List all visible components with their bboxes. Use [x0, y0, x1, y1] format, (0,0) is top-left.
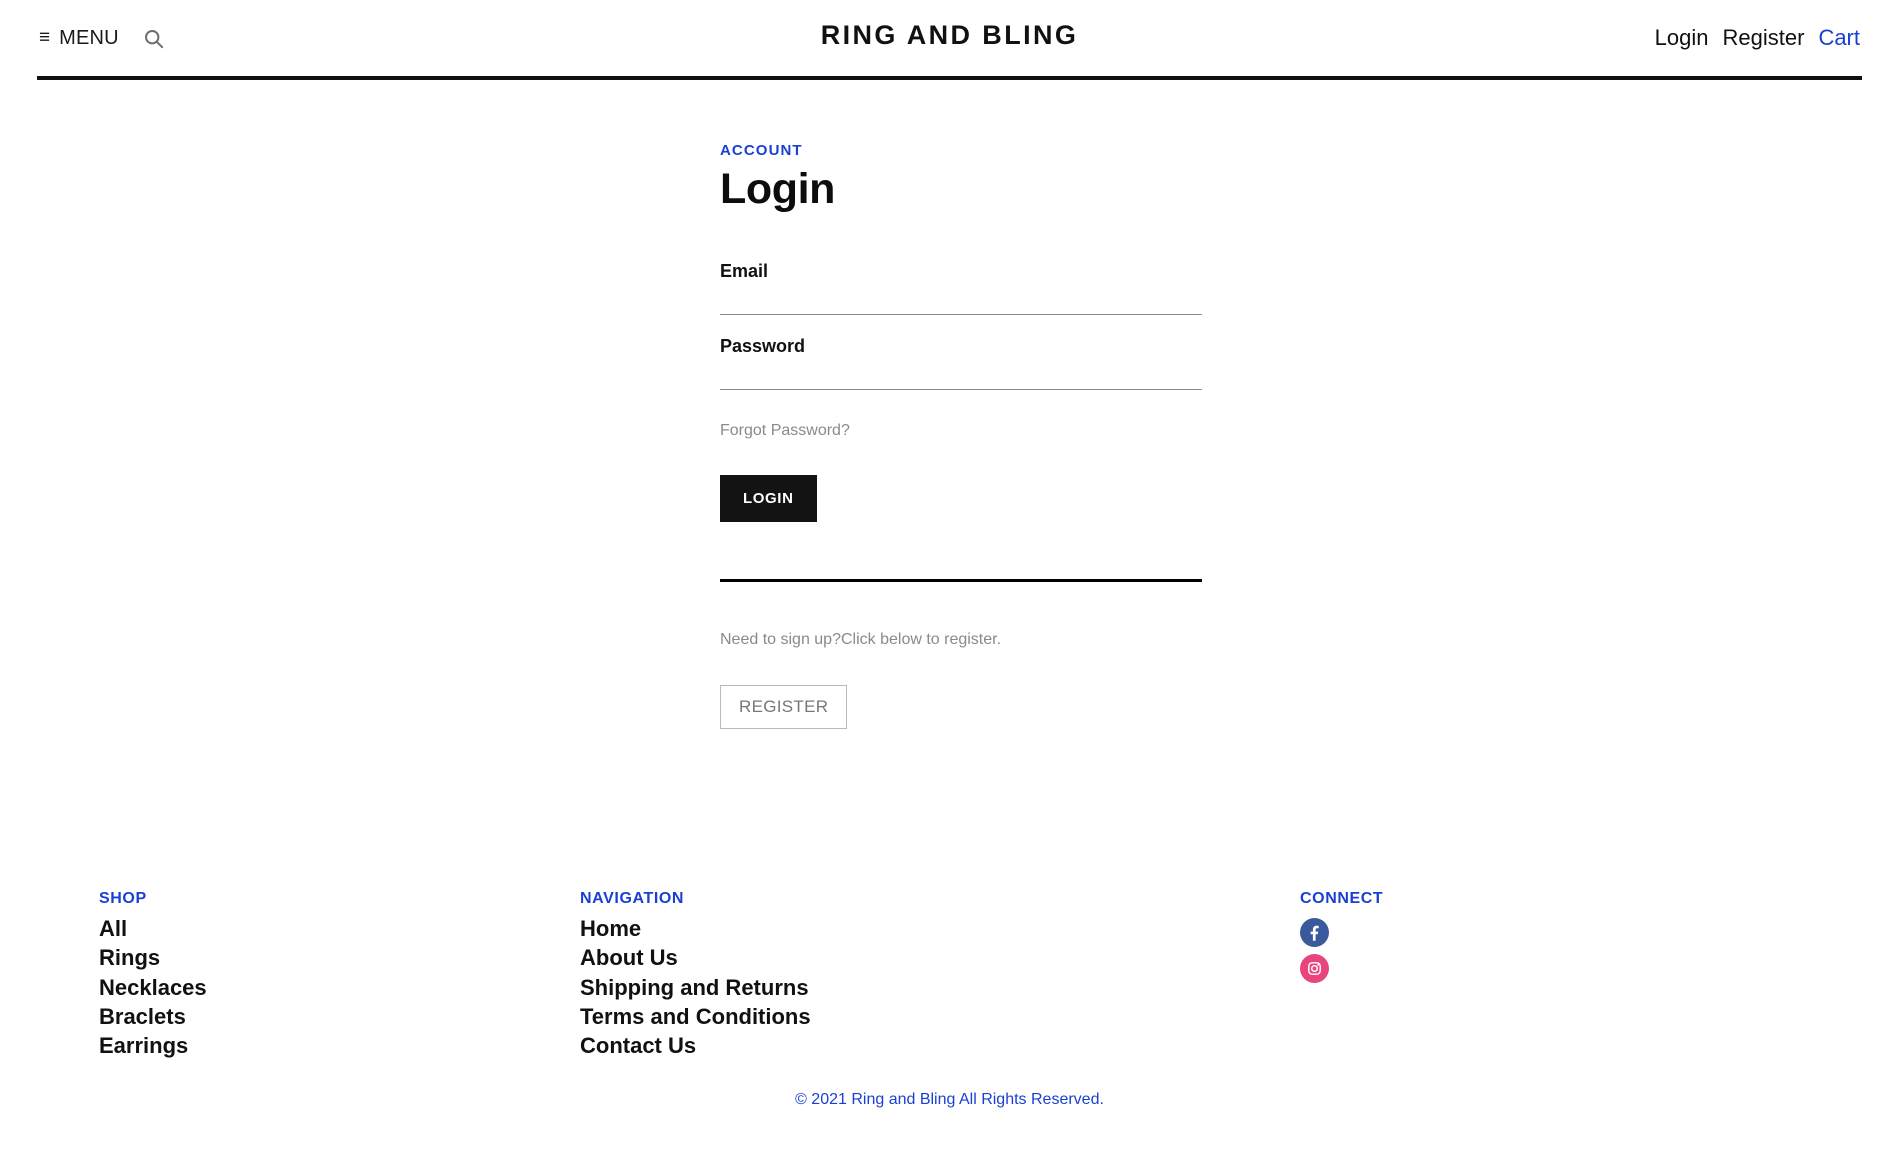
page-eyebrow: ACCOUNT: [720, 142, 803, 159]
hamburger-icon: ≡: [39, 26, 51, 48]
login-button[interactable]: LOGIN: [720, 474, 817, 522]
social-links: [1300, 918, 1700, 983]
section-divider: [720, 578, 1202, 582]
menu-toggle-button[interactable]: ≡ MENU: [39, 27, 119, 50]
footer-link-shipping-and-returns[interactable]: Shipping and Returns: [580, 973, 1300, 1002]
header-link-cart[interactable]: Cart: [1818, 25, 1860, 51]
forgot-password-link[interactable]: Forgot Password?: [720, 422, 850, 440]
footer-link-earrings[interactable]: Earrings: [99, 1031, 580, 1060]
login-panel: ACCOUNT Login Email Password Forgot Pass…: [720, 80, 1202, 729]
main-content: ACCOUNT Login Email Password Forgot Pass…: [0, 80, 1899, 729]
brand-title: RING AND BLING: [820, 20, 1079, 50]
footer-columns: SHOP All Rings Necklaces Braclets Earrin…: [37, 890, 1862, 1060]
search-icon[interactable]: [141, 26, 167, 52]
password-input[interactable]: [720, 364, 1202, 390]
header-nav: Login Register Cart: [1655, 25, 1862, 51]
footer-heading-shop: SHOP: [99, 890, 147, 907]
footer-link-about-us[interactable]: About Us: [580, 943, 1300, 972]
footer-link-home[interactable]: Home: [580, 914, 1300, 943]
footer-heading-connect: CONNECT: [1300, 890, 1384, 907]
footer-link-terms-and-conditions[interactable]: Terms and Conditions: [580, 1002, 1300, 1031]
header-left-group: ≡ MENU: [37, 25, 167, 51]
register-button[interactable]: REGISTER: [720, 684, 848, 729]
footer-link-contact-us[interactable]: Contact Us: [580, 1031, 1300, 1060]
footer-column-connect: CONNECT: [1300, 890, 1700, 983]
header-inner: ≡ MENU RING AND BLING Login Register Car…: [37, 0, 1862, 80]
facebook-icon[interactable]: [1300, 918, 1329, 947]
email-field-group: Email: [720, 261, 1202, 315]
password-field-group: Password: [720, 336, 1202, 390]
footer-link-necklaces[interactable]: Necklaces: [99, 973, 580, 1002]
signup-prompt: Need to sign up?Click below to register.: [720, 630, 1002, 648]
footer-link-rings[interactable]: Rings: [99, 943, 580, 972]
header-link-register[interactable]: Register: [1723, 25, 1805, 51]
copyright-text: © 2021 Ring and Bling All Rights Reserve…: [795, 1091, 1104, 1109]
footer-link-all[interactable]: All: [99, 914, 580, 943]
email-field-label: Email: [720, 260, 769, 281]
footer-column-navigation: NAVIGATION Home About Us Shipping and Re…: [580, 890, 1300, 1060]
login-form: Email Password Forgot Password? LOGIN: [720, 261, 1202, 522]
password-field-label: Password: [720, 335, 806, 356]
footer-heading-navigation: NAVIGATION: [580, 890, 685, 907]
menu-toggle-label: MENU: [59, 26, 119, 49]
footer-column-shop: SHOP All Rings Necklaces Braclets Earrin…: [37, 890, 580, 1060]
site-footer: SHOP All Rings Necklaces Braclets Earrin…: [0, 890, 1899, 1109]
instagram-icon[interactable]: [1300, 954, 1329, 983]
header-link-login[interactable]: Login: [1655, 25, 1709, 51]
site-header: ≡ MENU RING AND BLING Login Register Car…: [0, 0, 1899, 80]
page-title: Login: [720, 165, 836, 213]
login-button-row: LOGIN: [720, 440, 1202, 522]
footer-link-braclets[interactable]: Braclets: [99, 1002, 580, 1031]
email-input[interactable]: [720, 289, 1202, 315]
